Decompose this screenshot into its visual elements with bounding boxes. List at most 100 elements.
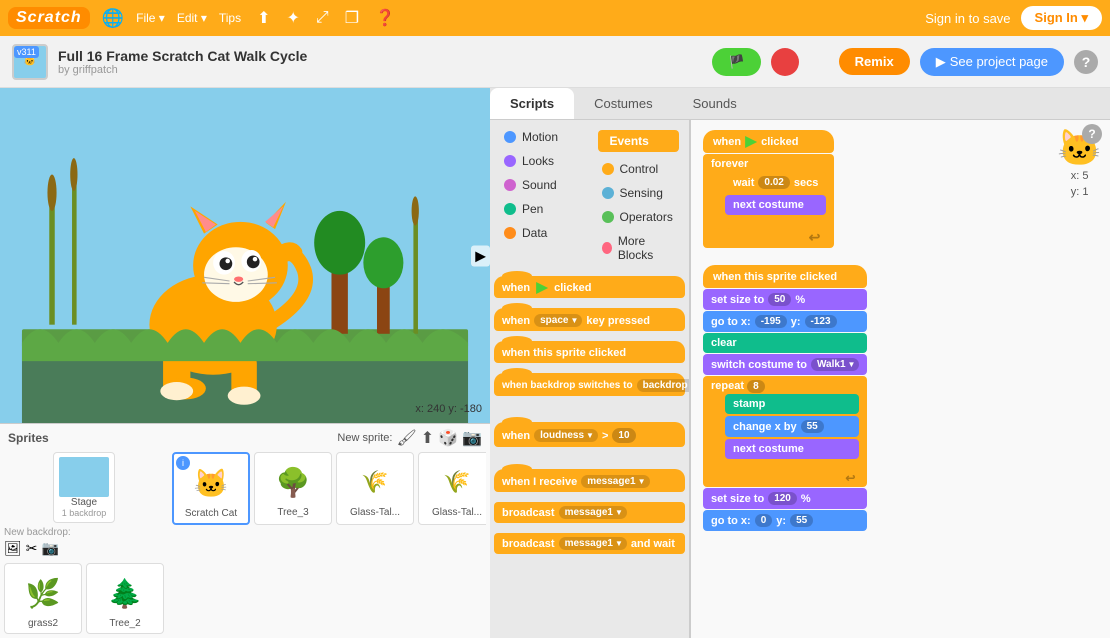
copy-icon[interactable]: ❐: [345, 8, 359, 28]
palette-when-loudness[interactable]: when loudness > 10: [494, 422, 685, 447]
sprite-item-cat[interactable]: i 🐱 Scratch Cat: [172, 452, 250, 525]
sprite-name: Glass-Tal...: [432, 507, 482, 518]
category-looks[interactable]: Looks: [494, 150, 588, 172]
broadcast-dropdown[interactable]: message1: [559, 506, 627, 519]
block-set-size-120[interactable]: set size to 120 %: [703, 488, 867, 509]
block-next-costume-1[interactable]: next costume: [725, 195, 826, 215]
help-icon[interactable]: ❓: [375, 8, 395, 28]
remix-button[interactable]: Remix: [839, 48, 910, 75]
upload-sprite-button[interactable]: ⬆: [421, 428, 434, 448]
block-goto-xy-2[interactable]: go to x: 0 y: 55: [703, 510, 867, 531]
palette-when-flag-clicked[interactable]: when clicked: [494, 276, 685, 298]
block-when-sprite-clicked[interactable]: when this sprite clicked: [703, 265, 867, 288]
paint-backdrop-button[interactable]: 🖼: [4, 540, 22, 557]
block-repeat-8[interactable]: repeat 8 stamp change x by 55 next costu…: [703, 376, 867, 487]
tab-scripts[interactable]: Scripts: [490, 88, 574, 119]
sound-dot: [504, 179, 516, 191]
edit-menu[interactable]: Edit ▾: [177, 11, 207, 25]
costume-dropdown[interactable]: Walk1 ▼: [811, 358, 859, 371]
events-header[interactable]: Events: [598, 130, 680, 152]
category-sensing[interactable]: Sensing: [592, 182, 686, 204]
upload-backdrop-button[interactable]: ✂: [26, 540, 38, 557]
size-value-50[interactable]: 50: [768, 293, 791, 306]
x-val-1[interactable]: -195: [755, 315, 787, 328]
block-stamp[interactable]: stamp: [725, 394, 859, 414]
project-header: v311 🐱 Full 16 Frame Scratch Cat Walk Cy…: [0, 36, 1110, 88]
palette-broadcast[interactable]: broadcast message1: [494, 502, 685, 523]
category-sound[interactable]: Sound: [494, 174, 588, 196]
camera-backdrop-button[interactable]: 📷: [42, 540, 59, 557]
tab-costumes[interactable]: Costumes: [574, 88, 673, 119]
sprite-item-tree2[interactable]: 🌲 Tree_2: [86, 563, 164, 634]
category-control[interactable]: Control: [592, 158, 686, 180]
scratch-logo[interactable]: Scratch: [8, 7, 90, 29]
stage-thumbnail: [59, 457, 109, 497]
palette-broadcast-wait[interactable]: broadcast message1 and wait: [494, 533, 685, 554]
block-clear[interactable]: clear: [703, 333, 867, 353]
tips-link[interactable]: Tips: [219, 11, 241, 25]
y-val-1[interactable]: -123: [805, 315, 837, 328]
y-val-2[interactable]: 55: [790, 514, 813, 527]
wait-value[interactable]: 0.02: [758, 176, 789, 189]
palette-when-receive[interactable]: when I receive message1: [494, 469, 685, 492]
change-x-val[interactable]: 55: [801, 420, 824, 433]
category-motion[interactable]: Motion: [494, 126, 588, 148]
sign-in-save-link[interactable]: Sign in to save: [925, 11, 1010, 26]
upload-icon[interactable]: ⬆: [257, 8, 270, 28]
palette-when-key-pressed[interactable]: when space key pressed: [494, 308, 685, 331]
category-pen[interactable]: Pen: [494, 198, 588, 220]
flag-icon: 🏴: [728, 54, 744, 70]
block-next-costume-2[interactable]: next costume: [725, 439, 859, 459]
stage-scroll-arrow[interactable]: ▶: [471, 245, 490, 266]
sprite-item-tree3[interactable]: 🌳 Tree_3: [254, 452, 332, 525]
backdrop-dropdown[interactable]: backdrop: [637, 379, 690, 392]
block-change-x[interactable]: change x by 55: [725, 416, 859, 437]
repeat-value[interactable]: 8: [747, 380, 765, 393]
script-canvas[interactable]: when clicked forever wait 0.02 secs: [690, 120, 1110, 638]
expand-icon[interactable]: ⤢: [316, 9, 329, 27]
palette-when-sprite-clicked[interactable]: when this sprite clicked: [494, 341, 685, 363]
sprites-header: Sprites New sprite: 🖌 ⬆ 🎲 📷: [4, 428, 486, 452]
camera-sprite-button[interactable]: 📷: [462, 428, 482, 448]
stage-item[interactable]: Stage 1 backdrop: [53, 452, 115, 523]
green-flag-button[interactable]: 🏴: [712, 48, 760, 76]
x-val-2[interactable]: 0: [755, 514, 773, 527]
sprite-name: Glass-Tal...: [350, 507, 400, 518]
broadcast-wait-dropdown[interactable]: message1: [559, 537, 627, 550]
loudness-value[interactable]: 10: [612, 428, 635, 443]
stop-button[interactable]: [771, 48, 799, 76]
size-value-120[interactable]: 120: [768, 492, 797, 505]
sprite-name: Tree_2: [109, 618, 140, 629]
paint-sprite-button[interactable]: 🖌: [396, 428, 416, 448]
key-dropdown[interactable]: space: [534, 314, 582, 327]
tab-sounds[interactable]: Sounds: [673, 88, 757, 119]
fullscreen-icon[interactable]: ✦: [287, 8, 300, 28]
block-goto-xy-1[interactable]: go to x: -195 y: -123: [703, 311, 867, 332]
random-sprite-button[interactable]: 🎲: [438, 428, 458, 448]
looks-dot: [504, 155, 516, 167]
block-forever[interactable]: forever wait 0.02 secs next costume ↩: [703, 154, 834, 248]
sprite-item-grass2[interactable]: 🌿 grass2: [4, 563, 82, 634]
category-data[interactable]: Data: [494, 222, 588, 244]
block-switch-costume[interactable]: switch costume to Walk1 ▼: [703, 354, 867, 375]
canvas-question-icon[interactable]: ?: [1082, 124, 1102, 144]
category-more-blocks[interactable]: More Blocks: [592, 230, 686, 266]
help-button[interactable]: ?: [1074, 50, 1098, 74]
canvas-help-btn[interactable]: ?: [1082, 124, 1102, 144]
file-menu[interactable]: File ▾: [136, 11, 165, 25]
sprite-info-icon[interactable]: i: [176, 456, 190, 470]
sprites-title: Sprites: [8, 431, 49, 445]
see-project-button[interactable]: ▶ See project page: [920, 48, 1064, 76]
globe-icon[interactable]: 🌐: [102, 8, 124, 29]
sprite-item-glasst2[interactable]: 🌾 Glass-Tal...: [418, 452, 486, 525]
sign-in-button[interactable]: Sign In ▾: [1021, 6, 1102, 30]
block-when-flag-clicked[interactable]: when clicked: [703, 130, 834, 153]
loudness-dropdown[interactable]: loudness: [534, 429, 598, 442]
palette-when-backdrop-switches[interactable]: when backdrop switches to backdrop: [494, 373, 685, 396]
category-operators[interactable]: Operators: [592, 206, 686, 228]
block-set-size-50[interactable]: set size to 50 %: [703, 289, 867, 310]
stage[interactable]: x: 240 y: -180 ▶: [0, 88, 490, 423]
block-wait[interactable]: wait 0.02 secs: [725, 172, 826, 193]
receive-dropdown[interactable]: message1: [581, 475, 649, 488]
sprite-item-glasst1[interactable]: 🌾 Glass-Tal...: [336, 452, 414, 525]
